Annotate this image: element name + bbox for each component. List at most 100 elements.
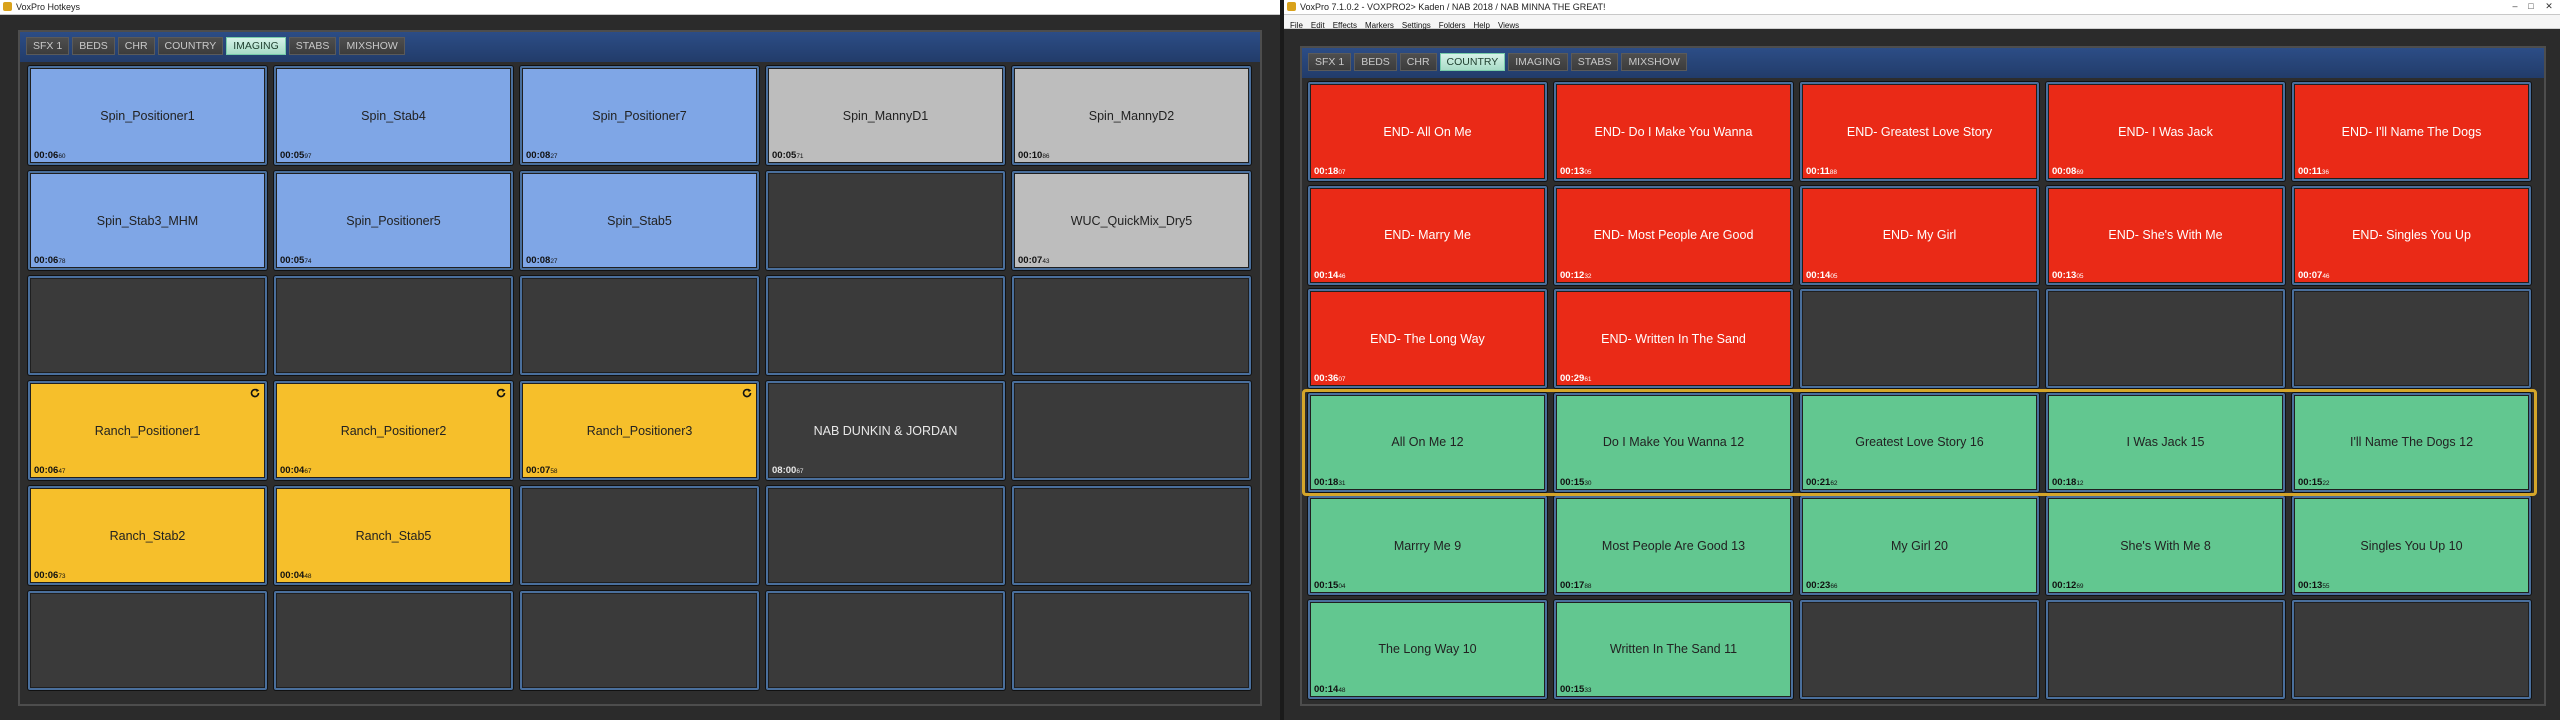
hotkey-button[interactable]: NAB DUNKIN & JORDAN 08:0067 bbox=[766, 381, 1005, 480]
hotkey-button[interactable]: Spin_Stab3_MHM 00:0678 bbox=[28, 171, 267, 270]
hotkey-button[interactable]: I Was Jack 15 00:1812 bbox=[2046, 392, 2285, 492]
tab-bar: SFX 1 BEDS CHR COUNTRY IMAGING STABS MIXSHOW bbox=[1308, 53, 1687, 71]
hotkey-button[interactable]: Ranch_Positioner3 00:0758 bbox=[520, 381, 759, 480]
tab-country[interactable]: COUNTRY bbox=[157, 37, 224, 55]
hotkey-button[interactable]: END- My Girl 00:1405 bbox=[1800, 185, 2039, 285]
hotkey-button[interactable]: END- Do I Make You Wanna 00:1305 bbox=[1554, 82, 1793, 181]
hotkey-button[interactable]: END- Most People Are Good 00:1232 bbox=[1554, 185, 1793, 285]
empty-hotkey-slot[interactable] bbox=[520, 486, 759, 585]
hotkey-button[interactable]: Spin_Positioner1 00:0660 bbox=[28, 66, 267, 165]
hotkey-label: Spin_MannyD2 bbox=[1088, 108, 1175, 123]
empty-hotkey-slot[interactable] bbox=[274, 591, 513, 690]
duration-hundredths: 12 bbox=[2076, 479, 2084, 487]
hotkey-duration: 00:1831 bbox=[1314, 477, 1346, 488]
tab-beds[interactable]: BEDS bbox=[72, 37, 115, 55]
hotkey-button[interactable]: Most People Are Good 13 00:1788 bbox=[1554, 496, 1793, 595]
tab-chr[interactable]: CHR bbox=[117, 37, 155, 55]
empty-hotkey-slot[interactable] bbox=[2046, 599, 2285, 699]
empty-hotkey-slot[interactable] bbox=[28, 276, 267, 375]
empty-hotkey-slot[interactable] bbox=[1012, 276, 1251, 375]
hotkey-button[interactable]: END- Written In The Sand 00:2961 bbox=[1554, 289, 1793, 388]
empty-hotkey-slot[interactable] bbox=[766, 591, 1005, 690]
hotkey-button[interactable]: Ranch_Stab2 00:0673 bbox=[28, 486, 267, 585]
hotkey-label: Greatest Love Story 16 bbox=[1855, 435, 1984, 449]
empty-hotkey-slot[interactable] bbox=[1012, 486, 1251, 585]
empty-hotkey-slot[interactable] bbox=[2292, 599, 2531, 699]
hotkey-button[interactable]: She's With Me 8 00:1269 bbox=[2046, 496, 2285, 595]
menu-edit[interactable]: Edit bbox=[1311, 19, 1325, 32]
empty-hotkey-slot[interactable] bbox=[766, 486, 1005, 585]
hotkey-button[interactable]: END- Singles You Up 00:0746 bbox=[2292, 185, 2531, 285]
hotkey-label: Singles You Up 10 bbox=[2360, 538, 2463, 553]
hotkey-button[interactable]: Spin_Stab5 00:0827 bbox=[520, 171, 759, 270]
hotkey-button[interactable]: My Girl 20 00:2366 bbox=[1800, 496, 2039, 595]
hotkey-button[interactable]: The Long Way 10 00:1448 bbox=[1308, 599, 1547, 699]
tab-imaging[interactable]: IMAGING bbox=[1508, 53, 1568, 71]
hotkey-button[interactable]: Do I Make You Wanna 12 00:1530 bbox=[1554, 392, 1793, 492]
empty-hotkey-slot[interactable] bbox=[28, 591, 267, 690]
empty-hotkey-slot[interactable] bbox=[1800, 599, 2039, 699]
menu-markers[interactable]: Markers bbox=[1365, 19, 1394, 32]
hotkey-button[interactable]: END- All On Me 00:1807 bbox=[1308, 82, 1547, 181]
tab-sfx-1[interactable]: SFX 1 bbox=[26, 37, 70, 55]
tab-chr[interactable]: CHR bbox=[1399, 53, 1437, 71]
empty-hotkey-slot[interactable] bbox=[520, 591, 759, 690]
empty-hotkey-slot[interactable] bbox=[766, 276, 1005, 375]
hotkey-label: Spin_Stab5 bbox=[607, 213, 672, 228]
tab-stabs[interactable]: STABS bbox=[1570, 53, 1619, 71]
menu-settings[interactable]: Settings bbox=[1402, 19, 1431, 32]
hotkey-label: I'll Name The Dogs 12 bbox=[2349, 435, 2474, 449]
hotkey-button[interactable]: Singles You Up 10 00:1355 bbox=[2292, 496, 2531, 595]
tab-mixshow[interactable]: MIXSHOW bbox=[1621, 53, 1687, 71]
menu-folders[interactable]: Folders bbox=[1439, 19, 1466, 32]
hotkey-button[interactable]: Ranch_Stab5 00:0448 bbox=[274, 486, 513, 585]
hotkey-button[interactable]: END- I Was Jack 00:0869 bbox=[2046, 82, 2285, 181]
hotkey-button[interactable]: All On Me 12 00:1831 bbox=[1308, 392, 1547, 492]
empty-hotkey-slot[interactable] bbox=[1012, 591, 1251, 690]
tab-stabs[interactable]: STABS bbox=[288, 37, 337, 55]
hotkey-button[interactable]: END- Greatest Love Story 00:1188 bbox=[1800, 82, 2039, 181]
hotkey-button[interactable]: Ranch_Positioner1 00:0647 bbox=[28, 381, 267, 480]
hotkey-button[interactable]: Spin_Stab4 00:0597 bbox=[274, 66, 513, 165]
empty-hotkey-slot[interactable] bbox=[2292, 289, 2531, 388]
hotkey-button[interactable]: Ranch_Positioner2 00:0467 bbox=[274, 381, 513, 480]
tab-imaging[interactable]: IMAGING bbox=[226, 37, 286, 55]
hotkey-button[interactable]: END- Marry Me 00:1446 bbox=[1308, 185, 1547, 285]
hotkey-button[interactable]: Greatest Love Story 16 00:2162 bbox=[1800, 392, 2039, 492]
empty-hotkey-slot[interactable] bbox=[274, 276, 513, 375]
tab-mixshow[interactable]: MIXSHOW bbox=[339, 37, 405, 55]
tab-country[interactable]: COUNTRY bbox=[1439, 53, 1506, 71]
duration-hundredths: 31 bbox=[1338, 479, 1346, 487]
menu-file[interactable]: File bbox=[1290, 19, 1303, 32]
empty-hotkey-slot[interactable] bbox=[766, 171, 1005, 270]
hotkey-button[interactable]: END- I'll Name The Dogs 00:1136 bbox=[2292, 82, 2531, 181]
tab-sfx-1[interactable]: SFX 1 bbox=[1308, 53, 1352, 71]
hotkey-button[interactable]: Spin_Positioner5 00:0574 bbox=[274, 171, 513, 270]
tab-beds[interactable]: BEDS bbox=[1354, 53, 1397, 71]
empty-hotkey-slot[interactable] bbox=[1800, 289, 2039, 388]
duration-hundredths: 46 bbox=[1338, 272, 1346, 280]
hotkey-button[interactable]: Spin_Positioner7 00:0827 bbox=[520, 66, 759, 165]
menu-help[interactable]: Help bbox=[1473, 19, 1489, 32]
duration-seconds: 00:07 bbox=[2298, 269, 2323, 281]
hotkey-label: END- I'll Name The Dogs bbox=[2341, 124, 2482, 139]
empty-hotkey-slot[interactable] bbox=[2046, 289, 2285, 388]
hotkey-button[interactable]: END- She's With Me 00:1305 bbox=[2046, 185, 2285, 285]
empty-hotkey-slot[interactable] bbox=[520, 276, 759, 375]
empty-hotkey-slot[interactable] bbox=[1012, 381, 1251, 480]
maximize-icon[interactable]: □ bbox=[2524, 1, 2538, 12]
hotkey-button[interactable]: I'll Name The Dogs 12 00:1522 bbox=[2292, 392, 2531, 492]
window-title: VoxPro Hotkeys bbox=[16, 2, 81, 12]
minimize-icon[interactable]: – bbox=[2508, 1, 2522, 12]
menu-views[interactable]: Views bbox=[1498, 19, 1519, 32]
hotkey-button[interactable]: Marrry Me 9 00:1504 bbox=[1308, 496, 1547, 595]
duration-hundredths: 61 bbox=[1584, 376, 1592, 383]
hotkey-button[interactable]: END- The Long Way 00:3607 bbox=[1308, 289, 1547, 388]
hotkey-button[interactable]: Spin_MannyD2 00:1086 bbox=[1012, 66, 1251, 165]
hotkey-button[interactable]: Written In The Sand 11 00:1533 bbox=[1554, 599, 1793, 699]
hotkey-button[interactable]: WUC_QuickMix_Dry5 00:0743 bbox=[1012, 171, 1251, 270]
hotkey-label: END- She's With Me bbox=[2108, 228, 2223, 242]
menu-effects[interactable]: Effects bbox=[1333, 19, 1357, 32]
hotkey-button[interactable]: Spin_MannyD1 00:0571 bbox=[766, 66, 1005, 165]
close-icon[interactable]: ✕ bbox=[2542, 1, 2556, 12]
